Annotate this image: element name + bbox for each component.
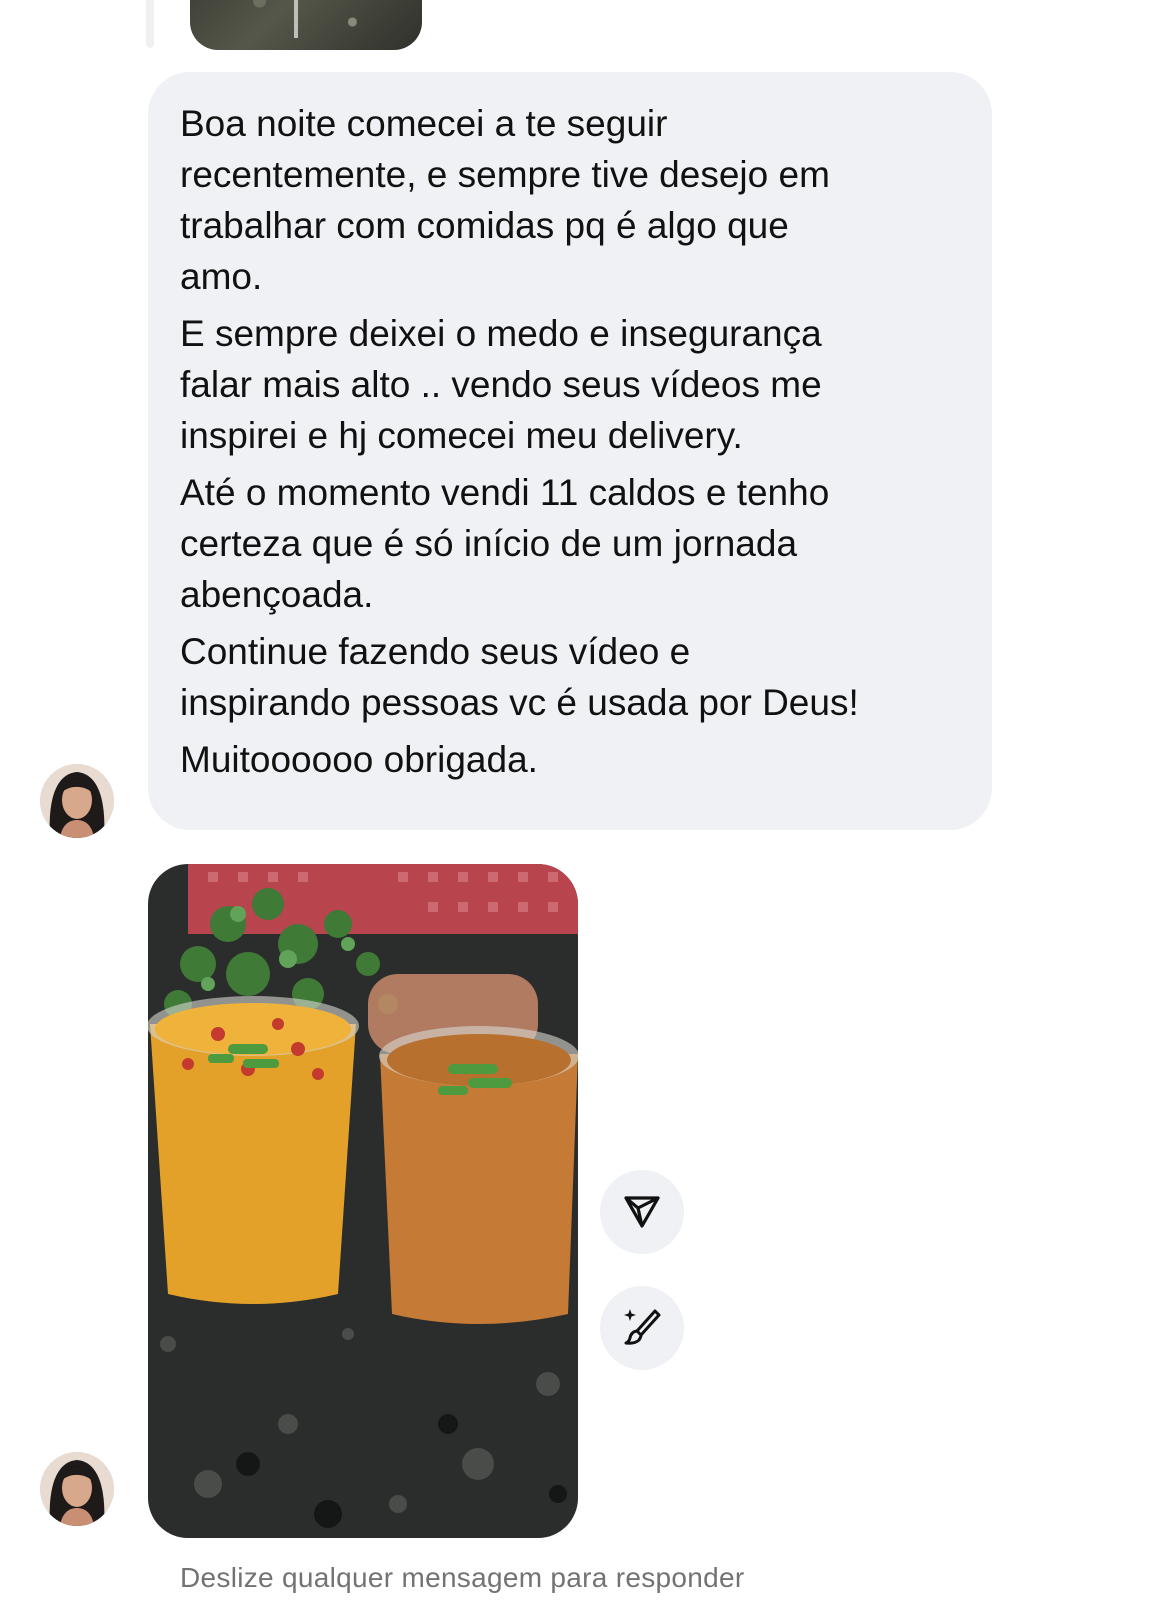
send-icon	[622, 1190, 662, 1235]
share-button[interactable]	[600, 1170, 684, 1254]
edit-with-ai-button[interactable]	[600, 1286, 684, 1370]
sender-avatar[interactable]	[40, 1452, 114, 1526]
shared-photo[interactable]	[148, 864, 578, 1538]
swipe-to-reply-hint: Deslize qualquer mensagem para responder	[180, 1562, 745, 1593]
message-bubble[interactable]: Boa noite comecei a te seguir recentemen…	[148, 72, 992, 830]
message-paragraph: Continue fazendo seus vídeo e inspirando…	[180, 631, 859, 723]
message-paragraph: Boa noite comecei a te seguir recentemen…	[180, 103, 830, 297]
ai-brush-icon	[621, 1305, 663, 1352]
sender-avatar[interactable]	[40, 764, 114, 838]
thread-connector	[146, 0, 154, 48]
previous-image-message[interactable]	[190, 0, 422, 50]
message-paragraph: Muitoooooo obrigada.	[180, 739, 538, 780]
message-paragraph: E sempre deixei o medo e insegurança fal…	[180, 313, 822, 456]
message-paragraph: Até o momento vendi 11 caldos e tenho ce…	[180, 472, 830, 615]
